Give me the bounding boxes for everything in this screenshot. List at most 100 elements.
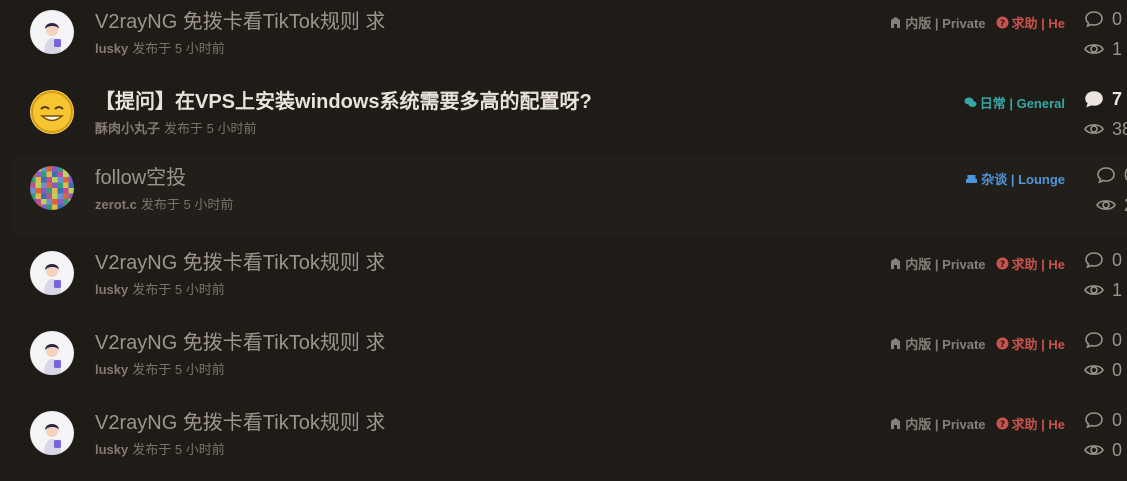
comment-icon [1085, 11, 1103, 28]
category-tag[interactable]: ? 求助 | He [996, 254, 1065, 273]
category-label: 日常 | General [979, 96, 1065, 111]
reply-count: 0 [1084, 249, 1122, 271]
topic-title[interactable]: 【提问】在VPS上安装windows系统需要多高的配置呀? [95, 89, 592, 115]
category-label: 求助 | He [1011, 16, 1065, 31]
topic-tags: 日常 | General [964, 93, 1065, 112]
category-tag[interactable]: 内版 | Private [889, 254, 986, 273]
topic-tags: 内版 | Private? 求助 | He [889, 13, 1065, 32]
topic-meta: lusky 发布于 5 小时前 [95, 38, 225, 57]
post-time: 发布于 5 小时前 [132, 442, 225, 457]
category-tag[interactable]: 内版 | Private [889, 414, 986, 433]
comment-icon [1085, 332, 1103, 349]
view-count: 38 [1084, 118, 1127, 140]
category-label: 求助 | He [1011, 417, 1065, 432]
post-time: 发布于 5 小时前 [132, 282, 225, 297]
topic-row[interactable]: V2rayNG 免拨卡看TikTok规则 求 lusky 发布于 5 小时前 内版 |… [0, 0, 1127, 80]
view-count: 26 [1096, 194, 1127, 216]
comments-icon [964, 97, 977, 107]
category-tag[interactable]: 内版 | Private [889, 13, 986, 32]
author-name[interactable]: lusky [95, 362, 128, 377]
category-label: 内版 | Private [905, 417, 986, 432]
reply-count-value: 7 [1112, 88, 1123, 109]
category-tag[interactable]: 内版 | Private [889, 334, 986, 353]
eye-icon [1084, 445, 1104, 455]
author-name[interactable]: zerot.c [95, 197, 137, 212]
view-count: 1 [1084, 279, 1122, 301]
reply-count-value: 0 [1112, 8, 1123, 29]
author-name[interactable]: 酥肉小丸子 [95, 121, 160, 136]
reply-count: 7 [1084, 88, 1127, 110]
category-tag[interactable]: 日常 | General [964, 93, 1065, 112]
svg-text:?: ? [999, 340, 1004, 350]
post-time: 发布于 5 小时前 [164, 121, 257, 136]
topic-title[interactable]: V2rayNG 免拨卡看TikTok规则 求 [95, 9, 385, 35]
topic-row[interactable]: V2rayNG 免拨卡看TikTok规则 求 lusky 发布于 5 小时前 内版 |… [0, 241, 1127, 321]
pixel-avatar [30, 166, 74, 210]
view-count-value: 1 [1112, 279, 1123, 300]
author-name[interactable]: lusky [95, 282, 128, 297]
question-icon: ? [996, 417, 1009, 430]
comment-icon [1097, 167, 1115, 184]
topic-meta: lusky 发布于 5 小时前 [95, 439, 225, 458]
category-label: 杂谈 | Lounge [981, 172, 1065, 187]
eye-icon [1084, 285, 1104, 295]
view-count-value: 1 [1112, 38, 1123, 59]
smiley-avatar [30, 90, 74, 134]
reply-count: 0 [1084, 329, 1122, 351]
view-count: 0 [1084, 439, 1122, 461]
person-avatar [30, 331, 74, 375]
category-tag[interactable]: 杂谈 | Lounge [965, 169, 1065, 188]
topic-title[interactable]: V2rayNG 免拨卡看TikTok规则 求 [95, 410, 385, 436]
eye-icon [1084, 124, 1104, 134]
building-icon [891, 258, 901, 269]
eye-icon [1084, 365, 1104, 375]
svg-text:?: ? [999, 19, 1004, 29]
topic-tags: 杂谈 | Lounge [965, 169, 1065, 188]
topic-meta: zerot.c 发布于 5 小时前 [95, 194, 233, 213]
category-label: 内版 | Private [905, 16, 986, 31]
topic-row[interactable]: V2rayNG 免拨卡看TikTok规则 求 lusky 发布于 5 小时前 内版 |… [0, 401, 1127, 481]
reply-count-value: 0 [1112, 249, 1123, 270]
topic-meta: lusky 发布于 5 小时前 [95, 359, 225, 378]
avatar[interactable] [30, 166, 74, 210]
reply-count: 0 [1096, 164, 1127, 186]
author-name[interactable]: lusky [95, 442, 128, 457]
topic-row[interactable]: V2rayNG 免拨卡看TikTok规则 求 lusky 发布于 5 小时前 内版 |… [0, 321, 1127, 401]
reply-count: 0 [1084, 8, 1122, 30]
question-icon: ? [996, 337, 1009, 350]
eye-icon [1084, 44, 1104, 54]
author-name[interactable]: lusky [95, 41, 128, 56]
svg-text:?: ? [999, 420, 1004, 430]
topic-stats: 01 [1084, 249, 1122, 309]
building-icon [891, 418, 901, 429]
avatar[interactable] [30, 331, 74, 375]
category-tag[interactable]: ? 求助 | He [996, 334, 1065, 353]
topic-tags: 内版 | Private? 求助 | He [889, 254, 1065, 273]
category-tag[interactable]: ? 求助 | He [996, 13, 1065, 32]
topic-row[interactable]: follow空投zerot.c发布于 5 小时前杂谈 | Lounge026 [12, 156, 1127, 236]
topic-stats: 026 [1096, 164, 1127, 224]
eye-icon [1096, 200, 1116, 210]
topic-title[interactable]: follow空投 [95, 165, 186, 191]
topic-row[interactable]: 【提问】在VPS上安装windows系统需要多高的配置呀? 酥肉小丸子 发布于 5 … [0, 80, 1127, 160]
view-count-value: 0 [1112, 439, 1123, 460]
svg-text:?: ? [999, 260, 1004, 270]
topic-meta: 酥肉小丸子 发布于 5 小时前 [95, 118, 256, 137]
category-label: 求助 | He [1011, 337, 1065, 352]
avatar[interactable] [30, 251, 74, 295]
avatar[interactable] [30, 90, 74, 134]
topic-title[interactable]: V2rayNG 免拨卡看TikTok规则 求 [95, 330, 385, 356]
avatar[interactable] [30, 10, 74, 54]
post-time: 发布于 5 小时前 [132, 41, 225, 56]
post-time: 发布于 5 小时前 [140, 197, 234, 212]
category-tag[interactable]: ? 求助 | He [996, 414, 1065, 433]
topic-stats: 01 [1084, 8, 1122, 68]
topic-title[interactable]: V2rayNG 免拨卡看TikTok规则 求 [95, 250, 385, 276]
avatar[interactable] [30, 411, 74, 455]
building-icon [891, 338, 901, 349]
topic-stats: 00 [1084, 329, 1122, 389]
comment-icon [1085, 412, 1103, 429]
view-count-value: 0 [1112, 359, 1123, 380]
view-count: 1 [1084, 38, 1122, 60]
category-label: 求助 | He [1011, 257, 1065, 272]
